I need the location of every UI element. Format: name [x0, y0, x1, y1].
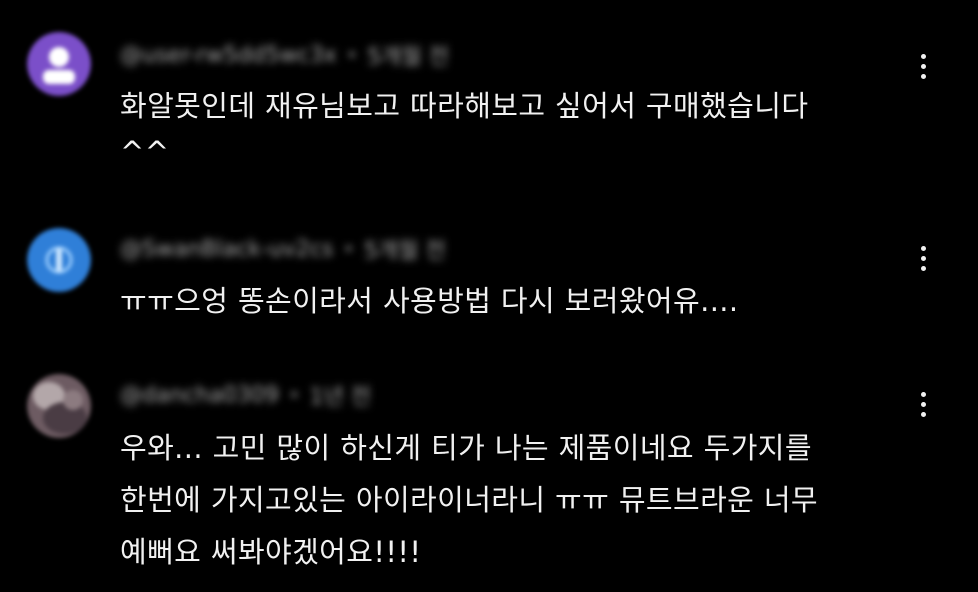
comment-meta: @SwanBlack-uv2cs • 5개월 전 — [120, 233, 446, 265]
more-vertical-icon[interactable] — [906, 384, 940, 424]
avatar[interactable] — [27, 228, 91, 292]
comment-line: ㅠㅠ으엉 똥손이라서 사용방법 다시 보러왔어유.... — [120, 284, 739, 318]
comment-3: @dancha0309 • 1년 전 우와... 고민 많이 하신게 티가 나는… — [0, 360, 978, 592]
comment-line: 한번에 가지고있는 아이라이너라니 ㅠㅠ 뮤트브라운 너무 — [120, 483, 819, 517]
comment-time[interactable]: 1년 전 — [310, 379, 371, 411]
comment-line: 예뻐요 써봐야겠어요!!!! — [120, 535, 422, 569]
comment-time[interactable]: 5개월 전 — [367, 39, 449, 71]
comment-line: ^^ — [120, 135, 170, 169]
comment-text: 화알못인데 재유님보고 따라해보고 싶어서 구매했습니다 ^^ — [120, 83, 910, 175]
more-vertical-icon[interactable] — [906, 238, 940, 278]
comment-author[interactable]: @user-rw5dd5wc3x — [120, 43, 337, 68]
avatar[interactable] — [27, 374, 91, 438]
meta-separator: • — [288, 384, 300, 406]
avatar[interactable] — [27, 32, 91, 96]
comment-2: @SwanBlack-uv2cs • 5개월 전 ㅠㅠ으엉 똥손이라서 사용방법… — [0, 200, 978, 360]
comment-line: 우와... 고민 많이 하신게 티가 나는 제품이네요 두가지를 — [120, 431, 812, 465]
meta-separator: • — [346, 44, 358, 66]
comment-author[interactable]: @dancha0309 — [120, 383, 279, 408]
meta-separator: • — [343, 238, 354, 260]
comment-1: @user-rw5dd5wc3x • 5개월 전 화알못인데 재유님보고 따라해… — [0, 0, 978, 200]
comment-meta: @user-rw5dd5wc3x • 5개월 전 — [120, 39, 449, 71]
comment-text: 우와... 고민 많이 하신게 티가 나는 제품이네요 두가지를 한번에 가지고… — [120, 422, 910, 578]
comment-time[interactable]: 5개월 전 — [364, 233, 446, 265]
comment-text: ㅠㅠ으엉 똥손이라서 사용방법 다시 보러왔어유.... — [120, 278, 910, 324]
comment-author[interactable]: @SwanBlack-uv2cs — [120, 237, 333, 262]
more-vertical-icon[interactable] — [906, 46, 940, 86]
comment-line: 화알못인데 재유님보고 따라해보고 싶어서 구매했습니다 — [120, 89, 809, 123]
comment-meta: @dancha0309 • 1년 전 — [120, 379, 371, 411]
